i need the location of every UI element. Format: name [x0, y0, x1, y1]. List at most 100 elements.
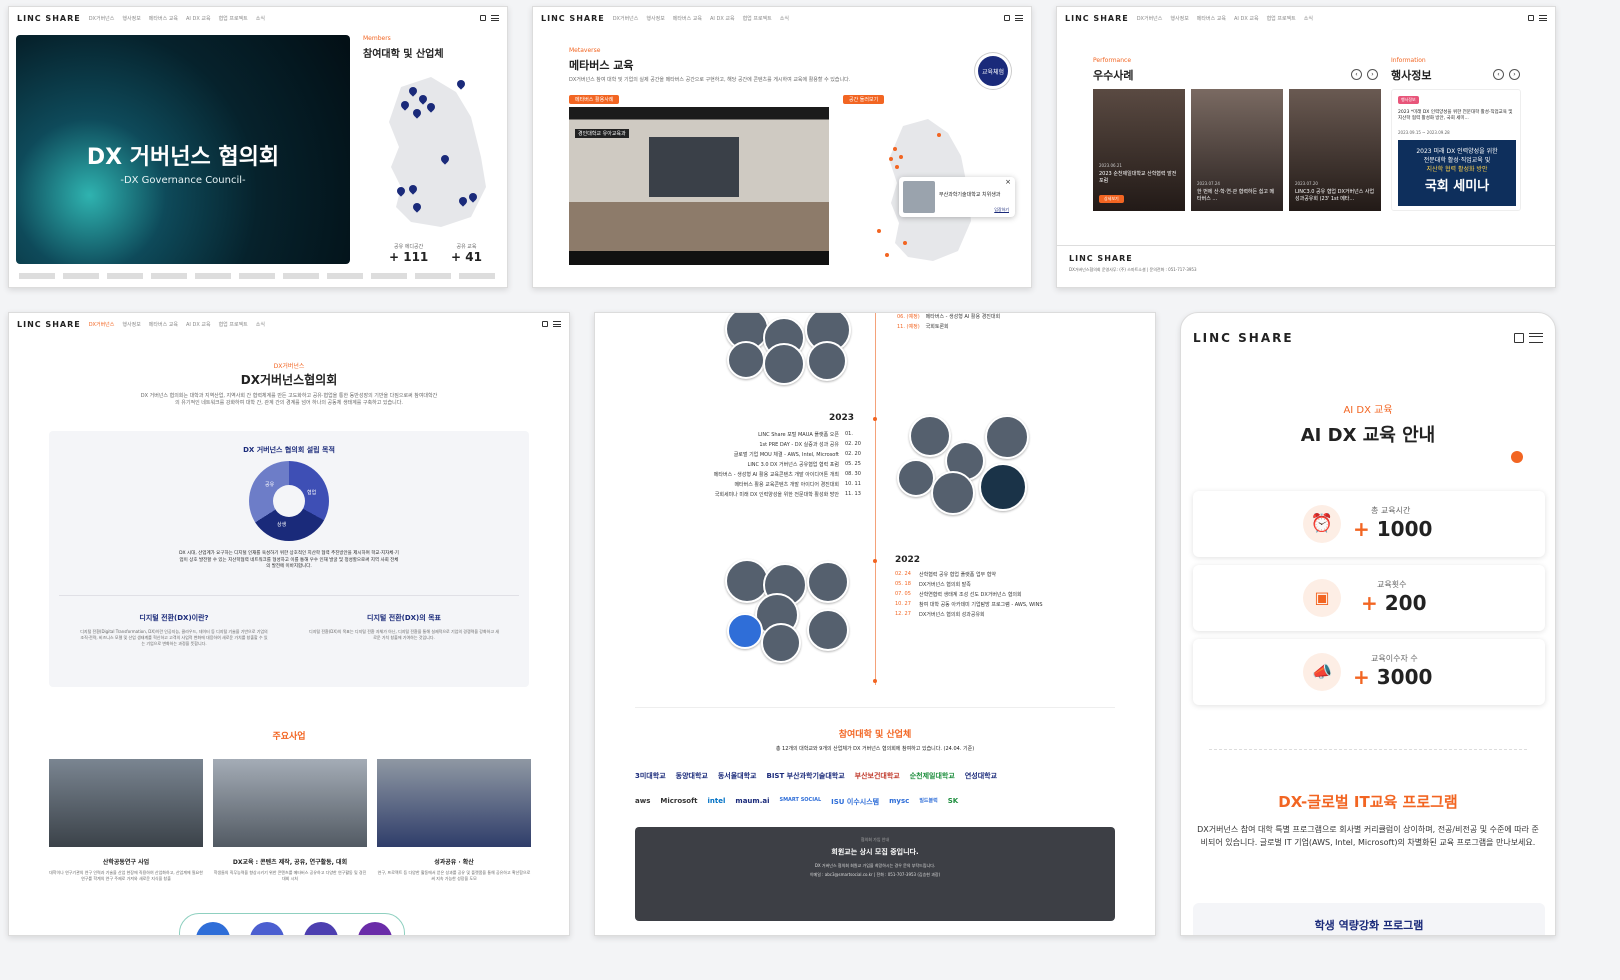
nav-event[interactable]: 행사정보 — [646, 15, 664, 22]
close-icon[interactable]: × — [1005, 178, 1011, 186]
nav-aidx[interactable]: AI DX 교육 — [186, 15, 211, 22]
univ-logo[interactable]: 연성대학교 — [965, 771, 997, 781]
nav-news[interactable]: 소식 — [256, 15, 265, 22]
nav-news[interactable]: 소식 — [256, 321, 265, 328]
photo-circle — [897, 459, 935, 497]
biz-card[interactable]: DX교육 : 콘텐츠 제작, 공유, 연구활동, 대회 학생들의 직무능력을 향… — [213, 759, 367, 909]
biz-card[interactable]: 산학공동연구 사업 대학이나 연구기관의 연구 인력과 기술을 산업 현장에 직… — [49, 759, 203, 909]
section-desc: DX 거버넌스 협의회는 대학과 지역산업, 지역사회 간 협력체계를 만든 고… — [140, 393, 438, 406]
menu-icon[interactable] — [553, 321, 561, 327]
nav-metaverse[interactable]: 메타버스 교육 — [149, 321, 178, 328]
nav-project[interactable]: 협업 프로젝트 — [1267, 15, 1296, 22]
map-dot[interactable] — [893, 147, 897, 151]
site-logo[interactable]: LINC SHARE — [17, 14, 81, 23]
video-player[interactable]: 경인대학교 유아교육과 — [569, 107, 829, 265]
case-card[interactable]: 2023.06.21 2023 순천제일대학교 산학협력 발전포럼 상세보기 — [1093, 89, 1185, 211]
univ-logo[interactable]: 순천제일대학교 — [910, 771, 955, 781]
perf-label: Performance — [1093, 57, 1132, 64]
corp-logo[interactable]: intel — [708, 797, 726, 807]
nav-event[interactable]: 행사정보 — [122, 15, 140, 22]
history-date: 10. 11 — [845, 481, 861, 487]
history-text: 1st PRE DAY - DX 실증과 성과 공유 — [759, 442, 839, 448]
history-date: 05. 25 — [845, 461, 861, 467]
timeline-dot — [873, 559, 877, 563]
nav-news[interactable]: 소식 — [780, 15, 789, 22]
nav-aidx[interactable]: AI DX 교육 — [186, 321, 211, 328]
corp-logo[interactable]: mysc — [889, 797, 909, 807]
popup-link[interactable]: 입장하기 — [994, 207, 1009, 213]
map-popup[interactable]: 부산과학기술대학교 치위생과 입장하기 × — [899, 177, 1015, 217]
menu-icon[interactable] — [491, 15, 499, 21]
nav-dx[interactable]: DX거버넌스 — [89, 15, 115, 22]
biz-card-title: 성과공유 · 확산 — [434, 859, 474, 866]
lock-icon[interactable] — [542, 321, 548, 327]
map-dot[interactable] — [889, 157, 893, 161]
history-date: 11. 13 — [845, 491, 861, 497]
map-dot[interactable] — [903, 241, 907, 245]
menu-icon[interactable] — [1015, 15, 1023, 21]
nav-event[interactable]: 행사정보 — [1170, 15, 1188, 22]
corp-logo[interactable]: ISU 이수시스템 — [831, 797, 879, 807]
info-card[interactable]: 행사정보 2023 *미래 DX 인력양성을 위한 전문대학 활성·직업교육 및… — [1391, 89, 1521, 211]
map-dot[interactable] — [937, 133, 941, 137]
map-dot[interactable] — [877, 229, 881, 233]
corp-logo[interactable]: maum.ai — [735, 797, 769, 807]
map-dot[interactable] — [885, 253, 889, 257]
usecase-button[interactable]: 메타버스 활용사례 — [569, 95, 620, 104]
site-logo[interactable]: LINC SHARE — [17, 320, 81, 329]
corp-logo[interactable]: SK — [948, 797, 958, 807]
badge-circle[interactable]: 교육체험 — [975, 53, 1011, 89]
corp-logo[interactable]: Microsoft — [660, 797, 697, 807]
corp-logo[interactable]: SMART SOCIAL — [779, 797, 821, 807]
next-arrow-icon[interactable]: › — [1367, 69, 1378, 80]
stat-card-graduates: 📣 교육이수자 수 + 3000 — [1193, 639, 1545, 705]
prev-arrow-icon[interactable]: ‹ — [1351, 69, 1362, 80]
lock-icon[interactable] — [1004, 15, 1010, 21]
menu-icon[interactable] — [1539, 15, 1547, 21]
nav-project[interactable]: 협업 프로젝트 — [743, 15, 772, 22]
nav-news[interactable]: 소식 — [1304, 15, 1313, 22]
prev-arrow-icon[interactable]: ‹ — [1493, 69, 1504, 80]
site-logo[interactable]: LINC SHARE — [541, 14, 605, 23]
next-arrow-icon[interactable]: › — [1509, 69, 1520, 80]
univ-logo[interactable]: 3미대학교 — [635, 771, 666, 781]
nav-aidx[interactable]: AI DX 교육 — [1234, 15, 1259, 22]
nav-metaverse[interactable]: 메타버스 교육 — [1197, 15, 1226, 22]
nav-dx[interactable]: DX거버넌스 — [1137, 15, 1163, 22]
photo-circle — [985, 415, 1029, 459]
univ-logo[interactable]: 부산보건대학교 — [855, 771, 900, 781]
nav-metaverse[interactable]: 메타버스 교육 — [149, 15, 178, 22]
nav-project[interactable]: 협업 프로젝트 — [219, 15, 248, 22]
corp-logo[interactable]: 빌드블럭 — [919, 797, 937, 807]
corp-logo[interactable]: aws — [635, 797, 650, 807]
site-logo[interactable]: LINC SHARE — [1193, 331, 1294, 345]
biz-card[interactable]: 성과공유 · 확산 연구, 프로젝트 등 다양한 활동에서 얻은 성과를 공유 … — [377, 759, 531, 909]
lock-icon[interactable] — [480, 15, 486, 21]
video-controls[interactable] — [569, 251, 829, 265]
case-card[interactable]: 2023.07.20 LINC3.0 공유 협업 DX거버넌스 사업성과공유회 … — [1289, 89, 1381, 211]
univ-logo[interactable]: BIST 부산과학기술대학교 — [766, 771, 844, 781]
case-title: 한 번에 산·학·연·관 협력하든 쉽고 메타버스 ... — [1197, 189, 1275, 202]
tour-button[interactable]: 공간 둘러보기 — [843, 95, 885, 104]
lock-icon[interactable] — [1514, 333, 1524, 343]
nav-metaverse[interactable]: 메타버스 교육 — [673, 15, 702, 22]
history-text: 메타버스 활용 교육콘텐츠 개발 아이디어 경진대회 — [734, 482, 839, 488]
detail-button[interactable]: 상세보기 — [1099, 195, 1124, 203]
nav-dx[interactable]: DX거버넌스 — [89, 321, 115, 328]
history-date: 06. (예정) — [897, 314, 920, 320]
nav-project[interactable]: 협업 프로젝트 — [219, 321, 248, 328]
lock-icon[interactable] — [1528, 15, 1534, 21]
univ-logo[interactable]: 동양대학교 — [676, 771, 708, 781]
map-dot[interactable] — [899, 155, 903, 159]
sub-program-card[interactable]: 학생 역량강화 프로그램 — [1193, 903, 1545, 935]
nav-dx[interactable]: DX거버넌스 — [613, 15, 639, 22]
menu-icon[interactable] — [1529, 333, 1543, 343]
map-dot[interactable] — [895, 165, 899, 169]
nav-aidx[interactable]: AI DX 교육 — [710, 15, 735, 22]
perf-title: 우수사례 — [1093, 69, 1134, 82]
join-banner[interactable]: 협의회 가입 안내 회원교는 상시 모집 중입니다. DX 거버넌스 협의회 회… — [635, 827, 1115, 921]
site-logo[interactable]: LINC SHARE — [1065, 14, 1129, 23]
univ-logo[interactable]: 동서울대학교 — [718, 771, 757, 781]
case-card[interactable]: 2023.07.24 한 번에 산·학·연·관 협력하든 쉽고 메타버스 ... — [1191, 89, 1283, 211]
nav-event[interactable]: 행사정보 — [122, 321, 140, 328]
